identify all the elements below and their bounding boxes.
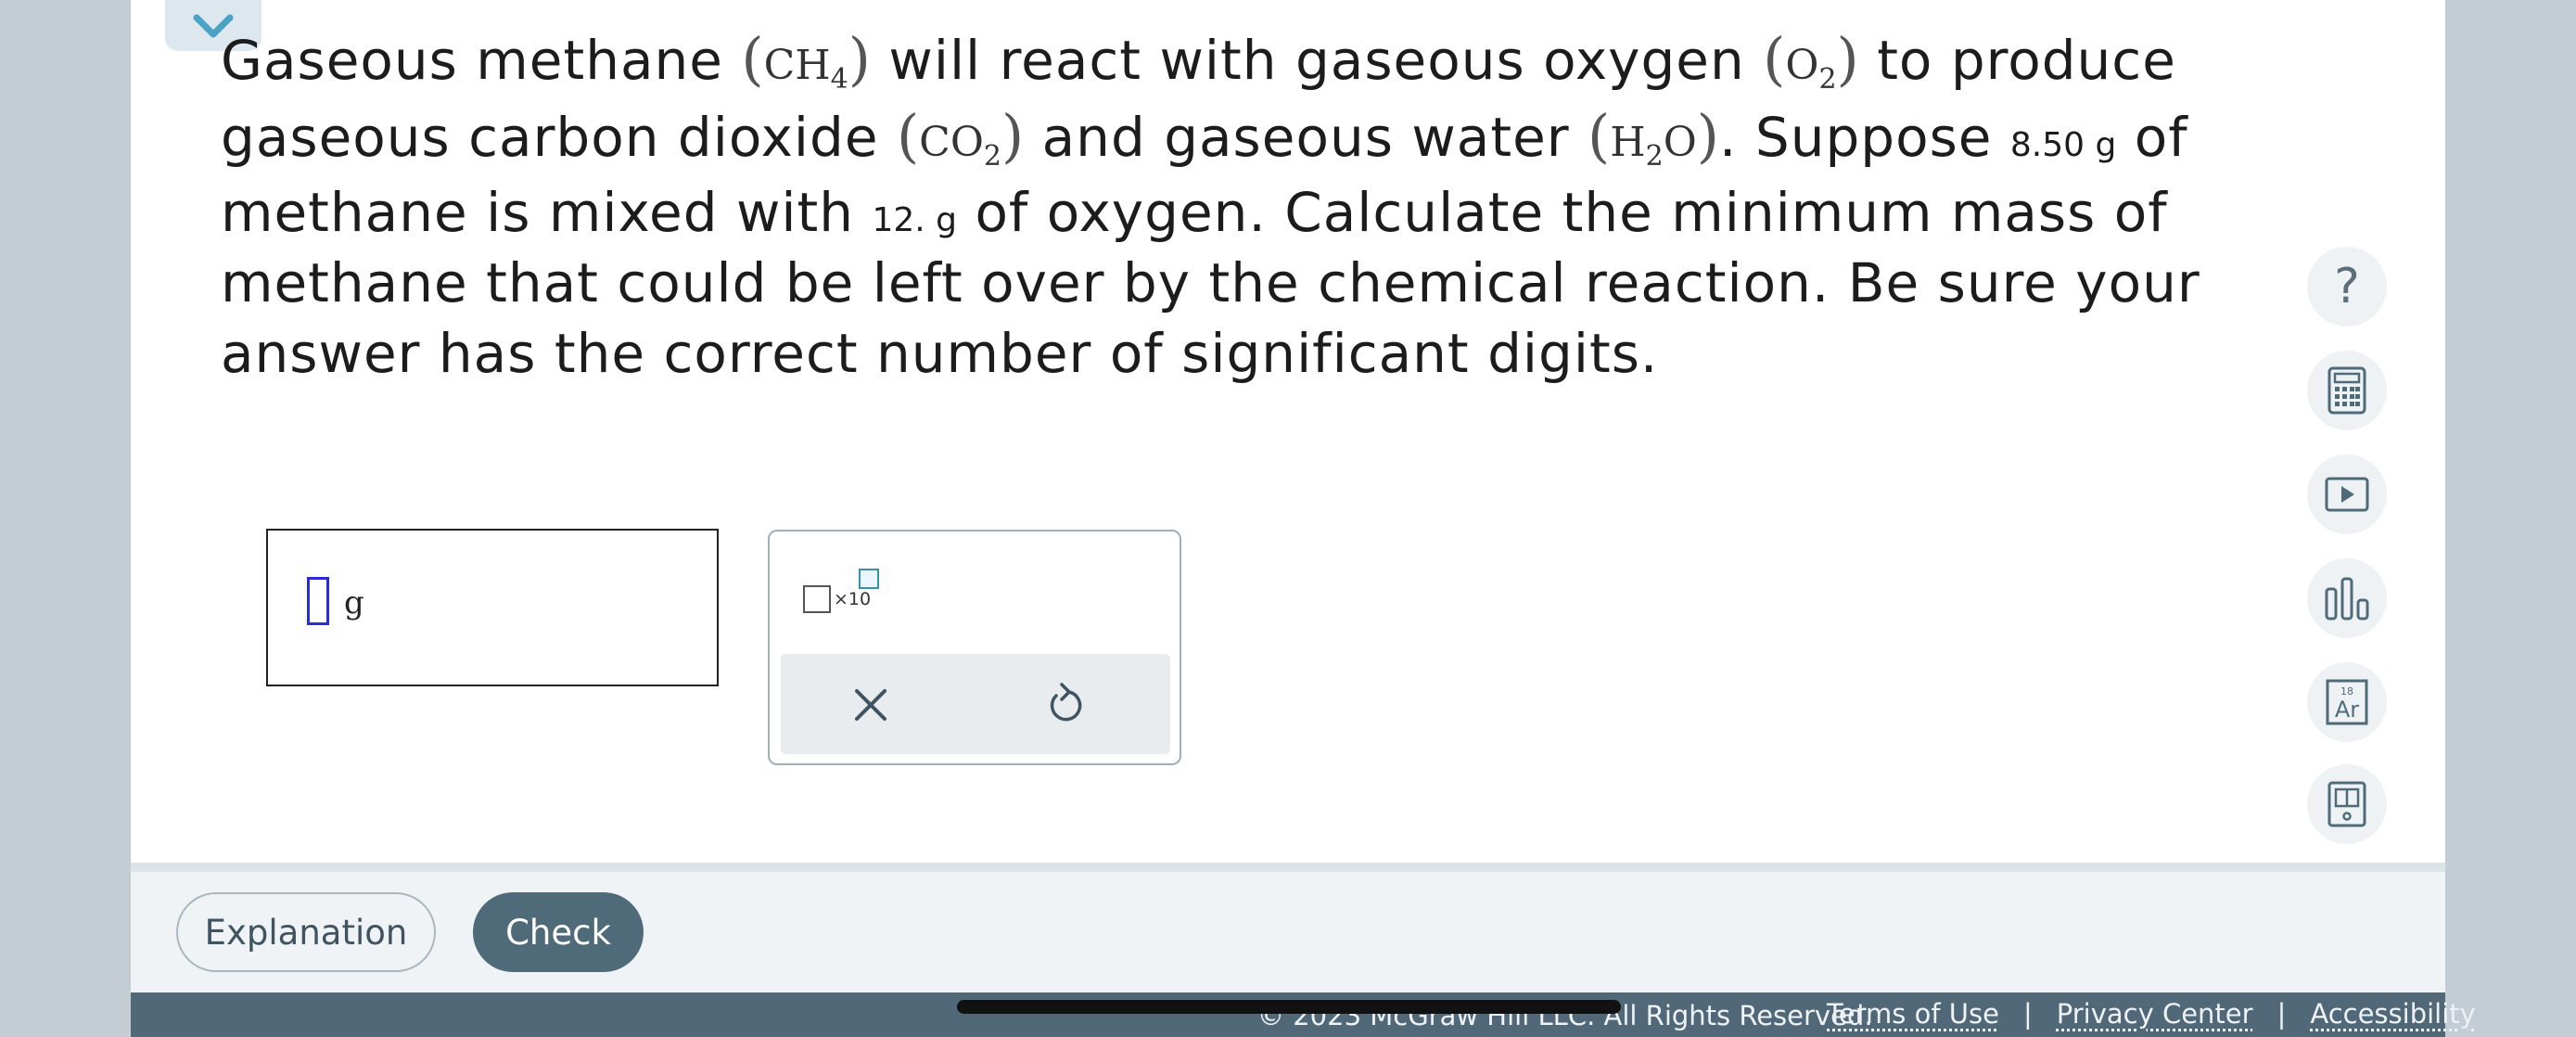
svg-text:Ar: Ar — [2335, 697, 2359, 723]
reference-button[interactable] — [2307, 764, 2387, 844]
video-button[interactable] — [2307, 454, 2387, 534]
undo-button[interactable] — [1040, 680, 1090, 730]
accessibility-link[interactable]: Accessibility — [2310, 998, 2475, 1030]
question-fragment: methane is mixed with — [221, 181, 855, 244]
reference-book-icon — [2327, 781, 2366, 827]
chart-icon — [2325, 577, 2369, 621]
footer-separator: | — [2022, 998, 2033, 1030]
question-fragment: and gaseous water — [1041, 106, 1570, 169]
help-button[interactable]: ? — [2307, 247, 2387, 326]
clear-button[interactable] — [846, 680, 896, 730]
scientific-notation-button[interactable]: ×10 — [803, 567, 886, 622]
undo-icon — [1050, 683, 1082, 722]
question-fragment: . Suppose — [1719, 106, 1993, 169]
methane-formula: (CH4) — [741, 25, 871, 96]
answer-input[interactable]: g — [266, 529, 719, 686]
question-fragment: answer has the correct number of signifi… — [221, 322, 1659, 385]
oxygen-formula: (O2) — [1763, 25, 1859, 96]
tools-action-row — [781, 654, 1170, 754]
periodic-table-icon: 18 Ar — [2326, 679, 2368, 725]
footer-separator: | — [2276, 998, 2287, 1030]
help-icon: ? — [2334, 259, 2360, 314]
video-icon — [2325, 477, 2369, 512]
answer-cursor — [307, 577, 329, 625]
answer-unit: g — [344, 584, 364, 621]
question-text: Gaseous methane (CH4) will react with ga… — [221, 20, 2224, 386]
home-indicator — [957, 1000, 1621, 1014]
calculator-button[interactable] — [2307, 351, 2387, 430]
calculator-icon — [2327, 366, 2366, 415]
methane-mass: 8.50 g — [2009, 126, 2117, 164]
terms-of-use-link[interactable]: Terms of Use — [1827, 998, 1999, 1030]
explanation-button[interactable]: Explanation — [176, 892, 436, 972]
periodic-table-button[interactable]: 18 Ar — [2307, 662, 2387, 742]
question-fragment: methane that could be left over by the c… — [221, 251, 2200, 314]
exponent-placeholder — [859, 569, 879, 589]
oxygen-mass: 12. g — [872, 201, 957, 239]
question-fragment: to produce — [1877, 29, 2176, 92]
water-formula: (H2O) — [1588, 102, 1719, 173]
question-fragment: will react with gaseous oxygen — [888, 29, 1745, 92]
carbon-dioxide-formula: (CO2) — [896, 102, 1025, 173]
footer-links: Terms of Use | Privacy Center | Accessib… — [1827, 998, 2476, 1030]
close-icon — [855, 689, 886, 721]
privacy-center-link[interactable]: Privacy Center — [2057, 998, 2253, 1030]
mantissa-placeholder — [803, 585, 831, 613]
times-ten-label: ×10 — [834, 589, 872, 609]
question-fragment: of — [2134, 106, 2188, 169]
question-fragment: gaseous carbon dioxide — [221, 106, 879, 169]
check-button[interactable]: Check — [473, 892, 644, 972]
question-fragment: of oxygen. Calculate the minimum mass of — [975, 181, 2168, 244]
data-analysis-button[interactable] — [2307, 558, 2387, 638]
question-fragment: Gaseous methane — [221, 29, 723, 92]
math-tools-palette: ×10 — [768, 530, 1181, 765]
